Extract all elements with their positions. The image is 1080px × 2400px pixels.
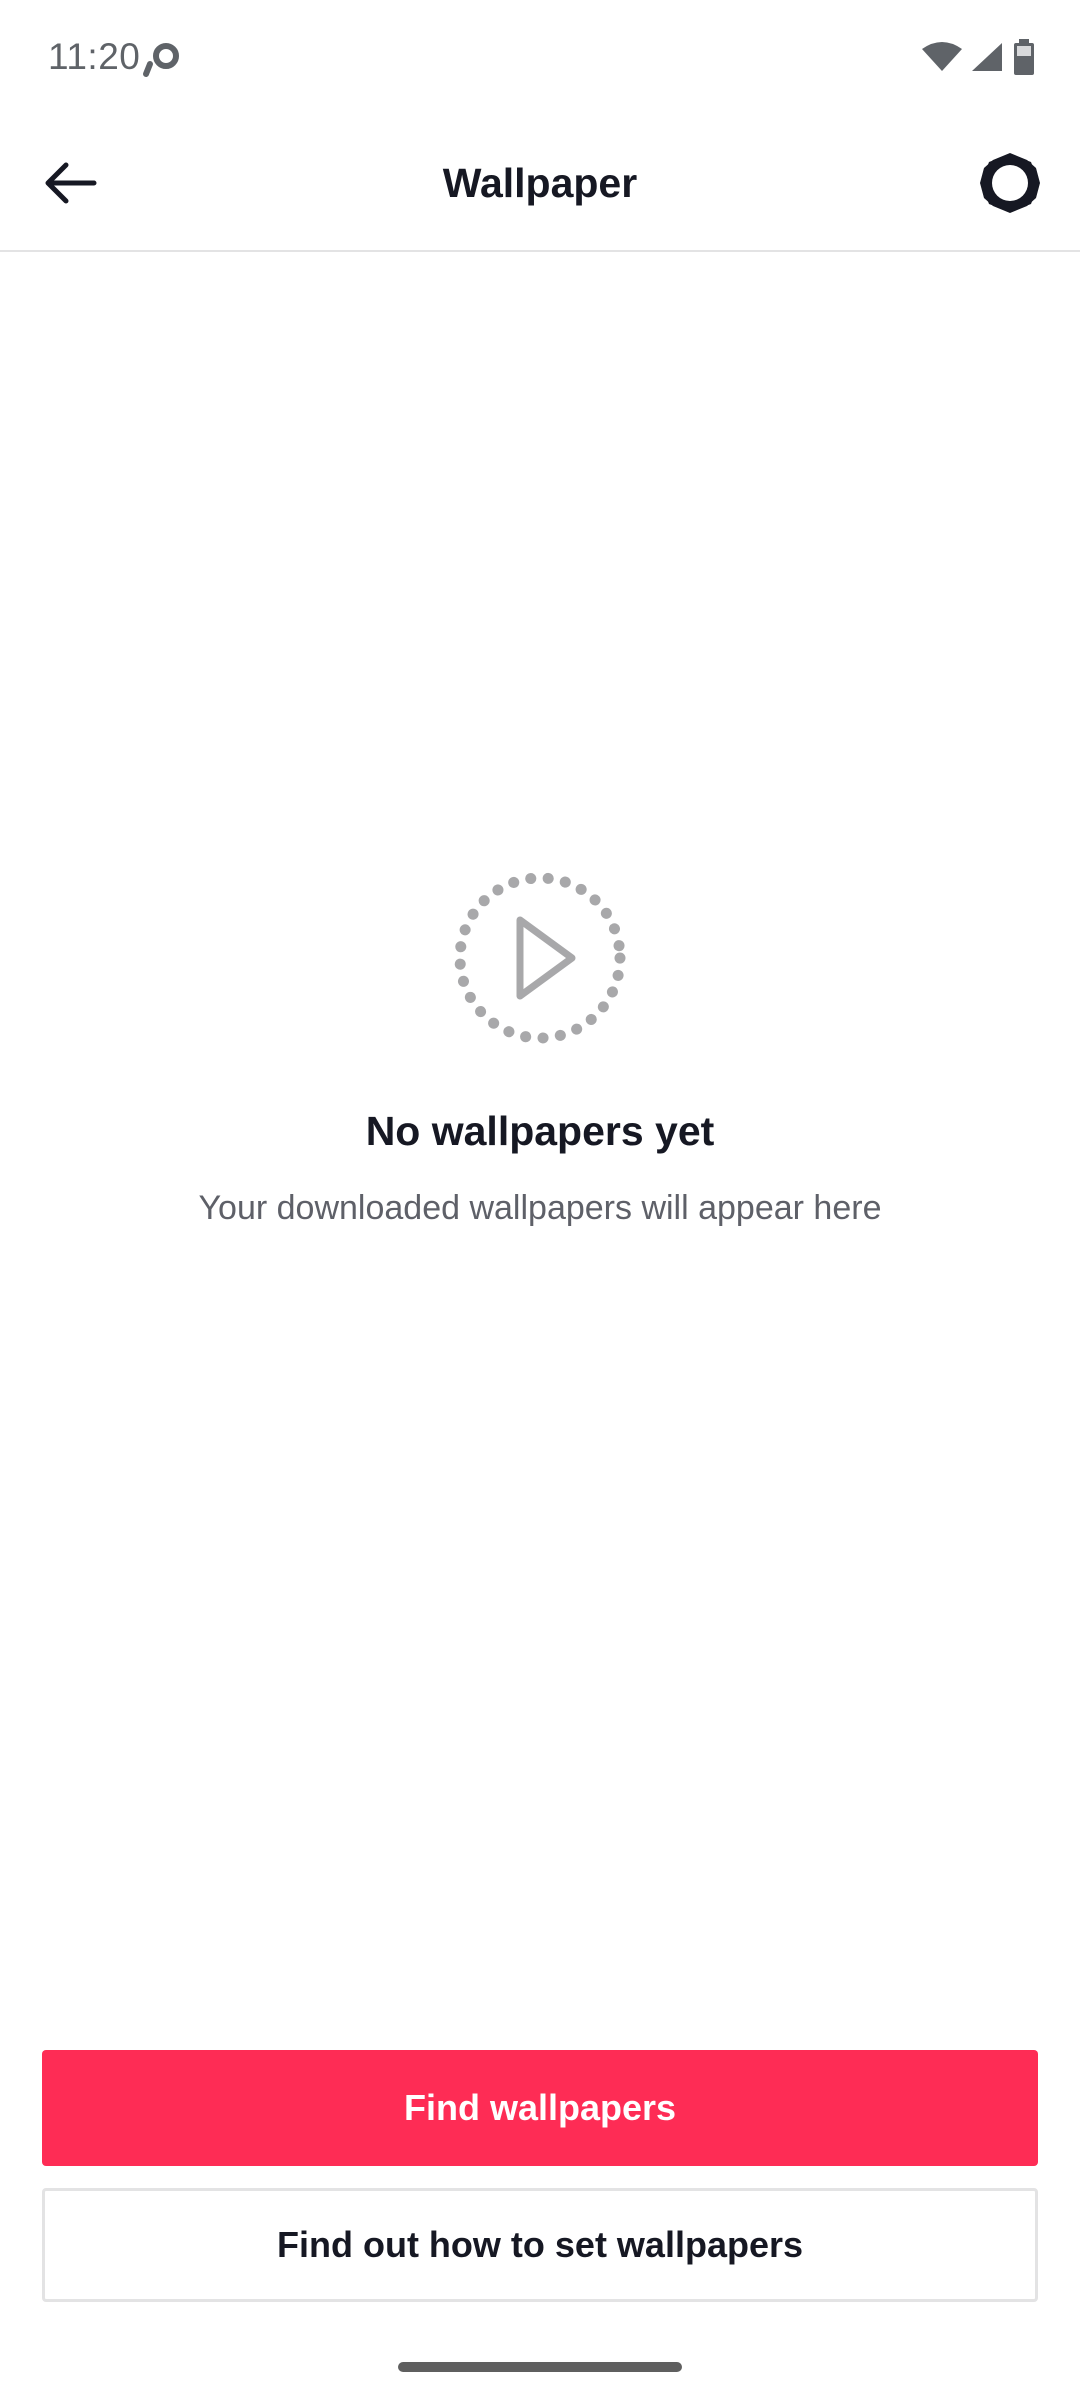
empty-state-title: No wallpapers yet (365, 1108, 715, 1154)
status-icons (922, 38, 1036, 80)
wifi-icon (922, 41, 962, 78)
page-title: Wallpaper (442, 160, 638, 206)
how-to-set-wallpapers-button[interactable]: Find out how to set wallpapers (42, 2188, 1038, 2302)
nav-bar: Wallpaper (0, 118, 1080, 252)
empty-state-subtitle: Your downloaded wallpapers will appear h… (198, 1189, 882, 1227)
status-time: 11:20 (48, 36, 141, 77)
signal-icon (970, 41, 1004, 78)
status-bar: 11:20 (0, 0, 1080, 118)
empty-state: No wallpapers yet Your downloaded wallpa… (0, 870, 1080, 1228)
play-dotted-circle-icon (0, 870, 1080, 1046)
find-wallpapers-button[interactable]: Find wallpapers (42, 2050, 1038, 2166)
settings-button[interactable] (968, 148, 1052, 222)
battery-icon (1012, 38, 1036, 80)
home-indicator[interactable] (398, 2362, 682, 2372)
gear-icon (979, 152, 1041, 219)
sync-icon (142, 38, 186, 80)
